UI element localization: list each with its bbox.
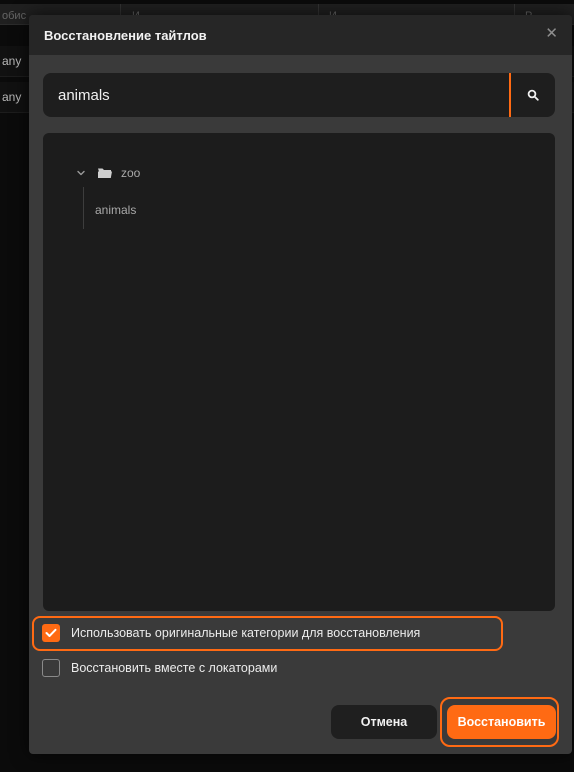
dialog-title: Восстановление тайтлов	[44, 28, 207, 43]
background-header-cell: обис	[2, 10, 27, 22]
search-bar	[43, 73, 555, 117]
background-cell: any	[2, 54, 22, 68]
search-button[interactable]	[511, 73, 555, 117]
restore-with-locators-checkbox[interactable]	[42, 659, 60, 677]
checkmark-icon	[45, 628, 57, 637]
title-tree-panel: zoo animals	[43, 133, 555, 611]
tree-folder-label: zoo	[121, 166, 141, 180]
restore-titles-dialog: Восстановление тайтлов ✕ animals zoo ani…	[29, 15, 572, 754]
use-original-categories-option[interactable]: Использовать оригинальные категории для …	[42, 622, 420, 644]
tree-item-animals[interactable]: animals	[95, 203, 136, 217]
tree-guide-line	[83, 187, 84, 229]
search-input[interactable]	[43, 73, 509, 117]
use-original-categories-label: Использовать оригинальные категории для …	[71, 626, 421, 640]
restore-with-locators-option[interactable]: Восстановить вместе с локаторами	[42, 657, 277, 679]
background-cell: any	[2, 90, 22, 104]
restore-button[interactable]: Восстановить	[447, 705, 556, 739]
cancel-button[interactable]: Отмена	[331, 705, 437, 739]
folder-open-icon	[98, 168, 112, 178]
screen: обис И И Р any any Восстановление тайтло…	[0, 0, 574, 772]
dialog-header: Восстановление тайтлов ✕	[29, 15, 572, 55]
use-original-categories-checkbox[interactable]	[42, 624, 60, 642]
close-icon[interactable]: ✕	[545, 26, 558, 42]
chevron-down-icon[interactable]	[75, 167, 87, 179]
restore-with-locators-label: Восстановить вместе с локаторами	[71, 661, 278, 675]
tree-folder-zoo[interactable]: zoo	[75, 163, 140, 183]
search-icon	[527, 89, 539, 101]
